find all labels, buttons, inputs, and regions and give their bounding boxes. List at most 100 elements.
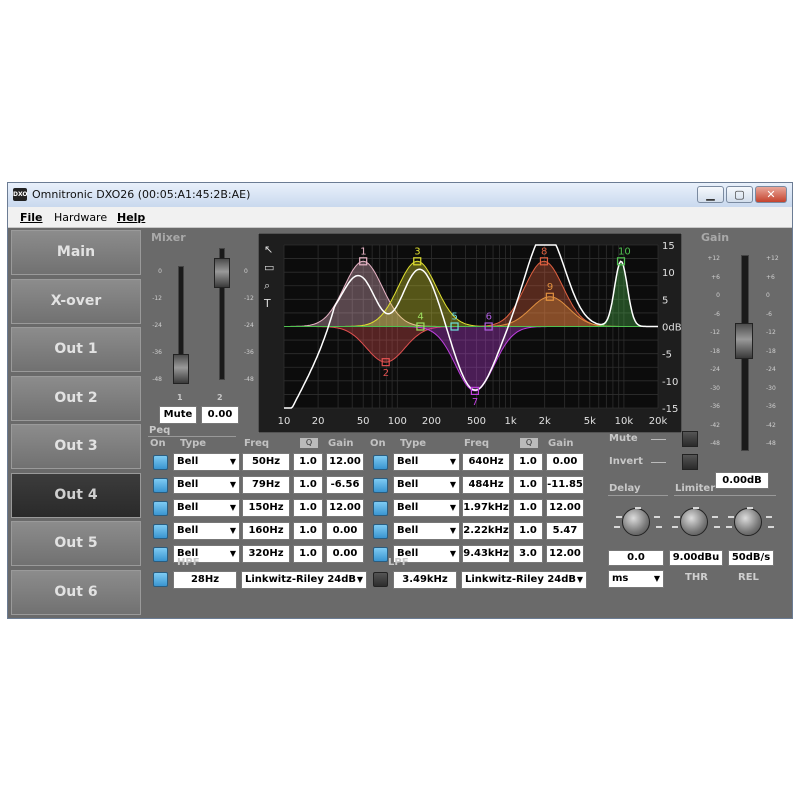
gain-scale-tick: -18 [710,347,720,355]
maximize-button[interactable]: ▢ [726,186,753,203]
lpf-type-value: Linkwitz-Riley 24dB [465,574,577,585]
mixer-value-field[interactable]: 0.00 [201,406,239,424]
hpf-freq-field[interactable]: 28Hz [173,571,237,589]
nav-out-5[interactable]: Out 5 [11,521,141,566]
peq-divider [148,436,236,437]
peq-band-type-select[interactable]: Bell ▼ [173,453,240,471]
peq-band-gain-field[interactable]: 12.00 [326,453,364,471]
thr-value-field[interactable]: 9.00dBu [669,550,723,566]
peq-band-q-field[interactable]: 1.0 [293,453,323,471]
nav-out-6[interactable]: Out 6 [11,569,141,615]
menu-file[interactable]: File [20,211,43,224]
peq-band-enable-checkbox[interactable] [373,478,388,493]
nav-out-3[interactable]: Out 3 [11,424,141,469]
hpf-enable-checkbox[interactable] [153,572,168,587]
peq-band-enable-checkbox[interactable] [153,547,168,562]
peq-band-freq-field[interactable]: 2.22kHz [462,522,510,540]
nav-out-4[interactable]: Out 4 [11,472,141,518]
rel-value-field[interactable]: 50dB/s [728,550,774,566]
lpf-freq-field[interactable]: 3.49kHz [393,571,457,589]
nav-out-2[interactable]: Out 2 [11,375,141,421]
minimize-button[interactable]: ▁ [697,186,724,203]
peq-header-freq: Freq [464,438,490,449]
chevron-down-icon: ▼ [449,480,456,489]
delay-dial[interactable] [622,508,650,536]
peq-band-freq-field[interactable]: 50Hz [242,453,290,471]
delay-unit-select[interactable]: ms ▼ [608,570,664,588]
hpf-type-select[interactable]: Linkwitz-Riley 24dB ▼ [241,571,367,589]
peq-band-enable-checkbox[interactable] [373,547,388,562]
menu-help[interactable]: Help [117,211,145,224]
peq-band-q-field[interactable]: 1.0 [513,453,543,471]
peq-band-q-field[interactable]: 1.0 [293,476,323,494]
peq-band-type-select[interactable]: Bell ▼ [393,453,460,471]
gain-value-field[interactable]: 0.00dB [715,472,769,489]
peq-band-enable-checkbox[interactable] [153,478,168,493]
menu-hardware[interactable]: Hardware [54,211,107,224]
peq-band-freq-field[interactable]: 1.97kHz [462,499,510,517]
nav-main[interactable]: Main [11,230,141,275]
peq-band-type-select[interactable]: Bell ▼ [173,499,240,517]
lpf-enable-checkbox[interactable] [373,572,388,587]
dial-tick [747,507,753,509]
peq-band-enable-checkbox[interactable] [153,524,168,539]
peq-band-type-select[interactable]: Bell ▼ [393,522,460,540]
peq-band-q-field[interactable]: 1.0 [293,522,323,540]
peq-band-q-field[interactable]: 3.0 [513,545,543,563]
mixer-fader-2-knob[interactable] [214,258,230,288]
maximize-icon: ▢ [734,188,745,201]
peq-band-gain-field[interactable]: -6.56 [326,476,364,494]
peq-band-freq-field[interactable]: 150Hz [242,499,290,517]
peq-band-gain-field[interactable]: 12.00 [546,545,584,563]
peq-band-q-field[interactable]: 1.0 [293,545,323,563]
peq-band-gain-field[interactable]: 0.00 [546,453,584,471]
peq-band-type-select[interactable]: Bell ▼ [173,476,240,494]
limiter-label: Limiter [675,483,716,494]
peq-band-q-field[interactable]: 1.0 [513,476,543,494]
peq-band-gain-field[interactable]: 5.47 [546,522,584,540]
close-button[interactable]: ✕ [755,186,787,203]
peq-band-type-select[interactable]: Bell ▼ [173,522,240,540]
peq-band-freq-field[interactable]: 320Hz [242,545,290,563]
chevron-down-icon: ▼ [229,457,236,466]
zoom-icon[interactable]: ⌕ [264,279,270,292]
mixer-mute-button[interactable]: Mute [159,406,197,424]
peq-band-enable-checkbox[interactable] [153,501,168,516]
peq-band-gain-field[interactable]: 0.00 [326,522,364,540]
rel-dial[interactable] [734,508,762,536]
peq-band-enable-checkbox[interactable] [373,501,388,516]
peq-band-q-field[interactable]: 1.0 [513,499,543,517]
peq-band-enable-checkbox[interactable] [373,455,388,470]
text-icon[interactable]: T [263,297,271,310]
peq-band-type-select[interactable]: Bell ▼ [393,499,460,517]
camera-icon[interactable]: ▭ [264,261,274,274]
eq-band-number: 2 [383,368,389,379]
peq-band-freq-field[interactable]: 9.43kHz [462,545,510,563]
peq-band-q-field[interactable]: 1.0 [293,499,323,517]
gain-fader-knob[interactable] [735,323,753,360]
delay-value-field[interactable]: 0.0 [608,550,664,566]
nav-x-over[interactable]: X-over [11,278,141,324]
x-tick-label: 10k [615,416,634,427]
invert-toggle[interactable] [682,454,698,470]
peq-band-freq-field[interactable]: 640Hz [462,453,510,471]
peq-band-enable-checkbox[interactable] [153,455,168,470]
mute-toggle[interactable] [682,431,698,447]
peq-band-gain-field[interactable]: -11.85 [546,476,584,494]
thr-dial[interactable] [680,508,708,536]
peq-band-freq-field[interactable]: 79Hz [242,476,290,494]
peq-band-type-select[interactable]: Bell ▼ [393,476,460,494]
mixer-fader-1-knob[interactable] [173,354,189,384]
peq-band-gain-field[interactable]: 12.00 [546,499,584,517]
peq-band-freq-field[interactable]: 160Hz [242,522,290,540]
gain-scale-tick: -42 [710,421,720,429]
eq-graph[interactable]: ↖ ▭ ⌕ T 1 2 3 4 5 6 7 8 9 10 10 20 50 100 200 500 1k 2k 5k 10k 2… [258,233,682,433]
nav-out-1[interactable]: Out 1 [11,327,141,372]
peq-band-gain-field[interactable]: 12.00 [326,499,364,517]
peq-band-enable-checkbox[interactable] [373,524,388,539]
peq-band-gain-field[interactable]: 0.00 [326,545,364,563]
peq-band-freq-field[interactable]: 484Hz [462,476,510,494]
pointer-icon[interactable]: ↖ [264,243,273,256]
lpf-type-select[interactable]: Linkwitz-Riley 24dB ▼ [461,571,587,589]
peq-band-q-field[interactable]: 1.0 [513,522,543,540]
